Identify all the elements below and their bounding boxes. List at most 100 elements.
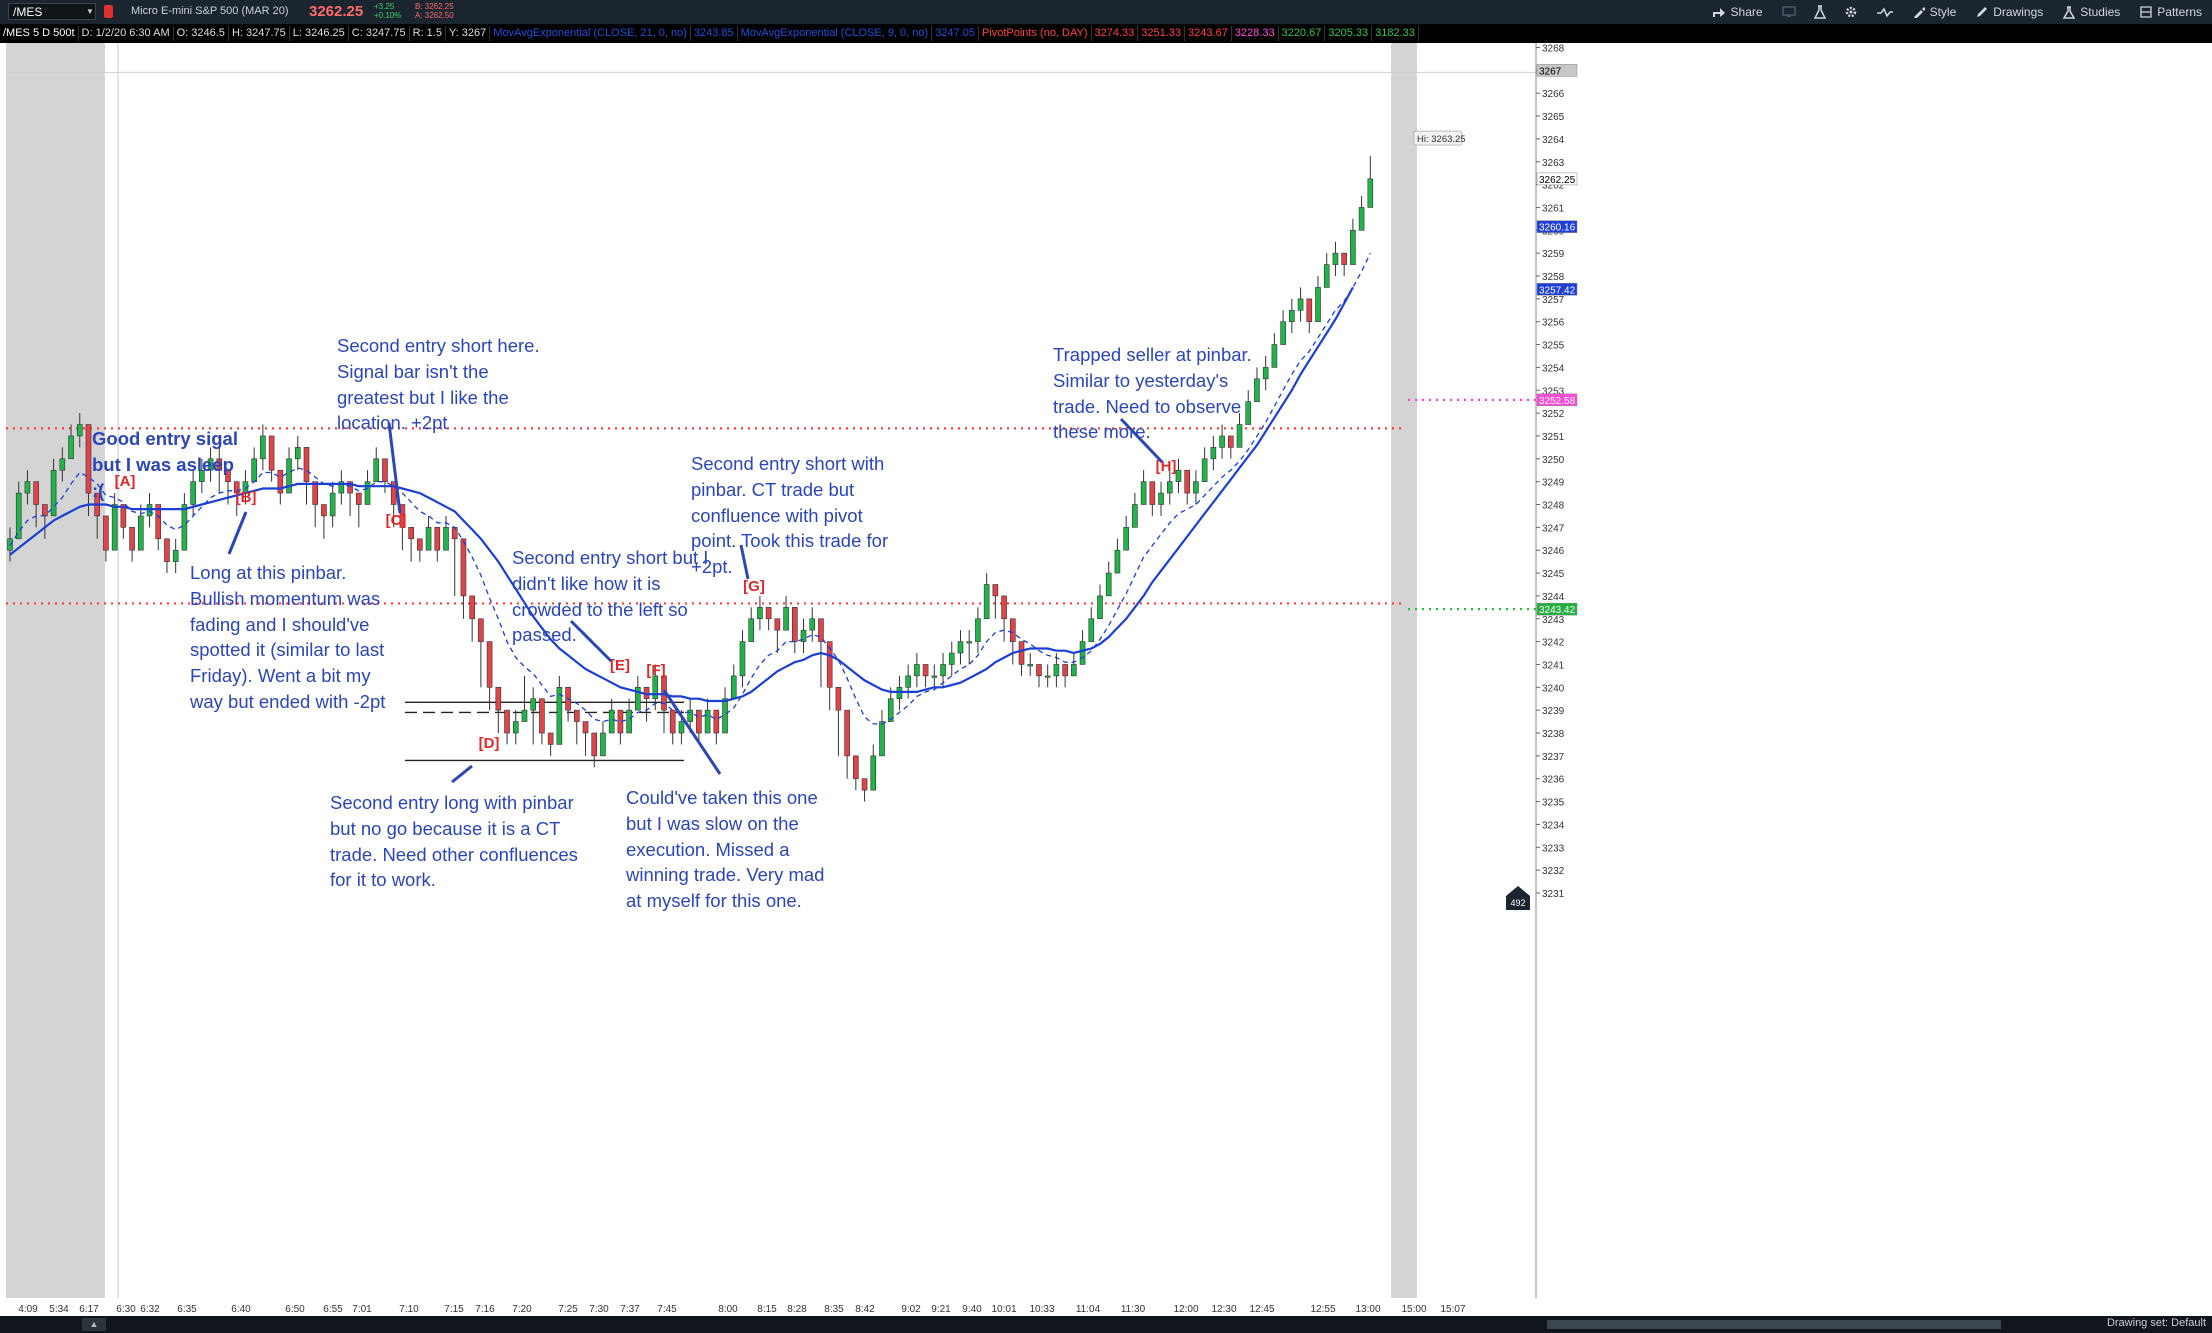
symbol-input[interactable]: /MES <box>8 3 96 20</box>
candle-body <box>1332 252 1339 265</box>
annotation-line: confluence with pivot <box>691 504 863 526</box>
candle-body <box>15 492 22 540</box>
chart-annotation: Second entry short here. Signal bar isn't… <box>337 333 540 436</box>
candle-body <box>85 424 92 494</box>
flask-button[interactable] <box>1805 5 1835 19</box>
candle-body <box>443 527 449 551</box>
study-value: 3274.33 <box>1092 26 1139 41</box>
candle-body <box>1018 641 1025 665</box>
studies-button[interactable]: Studies <box>2053 5 2130 19</box>
y-tick-label: 3263 <box>1542 158 1565 169</box>
annotation-line: Trapped seller at pinbar. <box>1053 344 1252 365</box>
instrument-description: Micro E-mini S&P 500 (MAR 20) <box>131 5 289 17</box>
chart-annotation: Good entry sigal but I was asleep:( <box>92 426 238 503</box>
x-tick-label: 7:20 <box>512 1304 532 1315</box>
x-tick-label: 12:45 <box>1249 1304 1274 1315</box>
candle-body <box>111 504 118 551</box>
drawings-button[interactable]: Drawings <box>1966 5 2053 19</box>
annotation-line: spotted it (similar to last <box>190 639 385 661</box>
candle-body <box>765 607 772 620</box>
candle-body <box>303 447 310 482</box>
x-tick-label: 15:00 <box>1401 1304 1426 1315</box>
candle-body <box>696 709 702 734</box>
price-label: 3243.42 <box>1539 605 1576 616</box>
chart-type-button[interactable] <box>1867 6 1903 18</box>
candle-body <box>329 492 336 517</box>
study-value: 3251.33 <box>1138 26 1186 41</box>
annotation-line: crowded to the left so <box>512 598 688 620</box>
drawing-set-label: Drawing set: Default <box>2106 1317 2206 1329</box>
annotation-line: these more. <box>1053 421 1151 443</box>
candle-body <box>1201 458 1208 482</box>
candle-body <box>556 686 563 745</box>
candle-body <box>486 641 493 688</box>
style-button[interactable]: Style <box>1903 5 1967 19</box>
share-label: Share <box>1730 5 1763 19</box>
study-value: 3247.05 <box>932 26 979 41</box>
annotation-line: Good entry sigal <box>92 428 238 449</box>
candle-body <box>181 504 188 551</box>
candle-body <box>68 435 74 460</box>
candle-body <box>626 709 632 734</box>
share-button[interactable]: Share <box>1702 5 1773 19</box>
candle-body <box>355 492 362 505</box>
price-label: 3260.16 <box>1539 223 1576 234</box>
candle-body <box>739 641 746 677</box>
candle-body <box>940 664 946 677</box>
annotation-pointer <box>227 511 248 555</box>
chart-annotation: Trapped seller at pinbar. Similar to yest… <box>1053 342 1252 445</box>
settings-button[interactable] <box>1835 5 1867 19</box>
candle-body <box>931 675 938 678</box>
candle-body <box>1315 287 1321 323</box>
candle-body <box>164 538 170 562</box>
candle-body <box>434 527 441 551</box>
candle-body <box>1175 469 1182 482</box>
horizontal-scrollbar[interactable] <box>1547 1320 2001 1329</box>
candle-body <box>138 515 144 551</box>
candle-body <box>1350 230 1356 265</box>
candle-body <box>853 755 859 779</box>
price-label: 3267 <box>1539 66 1562 77</box>
candle-body <box>1262 367 1269 380</box>
x-tick-label: 7:01 <box>352 1304 372 1315</box>
candle-body <box>896 686 903 700</box>
hi-label: Hi: 3263.25 <box>1417 134 1466 145</box>
expand-button[interactable]: ▲ <box>82 1318 106 1331</box>
y-tick-label: 3249 <box>1542 478 1565 489</box>
candle-body <box>504 709 510 734</box>
y-tick-label: 3241 <box>1542 660 1565 671</box>
candle-body <box>730 675 737 700</box>
chart-annotation: Long at this pinbar. Bullish momentum was… <box>190 560 385 715</box>
candle-body <box>530 698 537 711</box>
candle-body <box>364 481 371 505</box>
candle-body <box>312 481 319 505</box>
annotation-line: trade. Need to observe <box>1053 395 1242 417</box>
flag-icon[interactable] <box>104 5 113 18</box>
chart-annotation: Second entry long with pinbar but no go b… <box>330 790 578 893</box>
candle-body <box>1210 447 1217 460</box>
annotation-line: :( <box>92 479 105 501</box>
x-tick-label: 12:00 <box>1173 1304 1198 1315</box>
patterns-button[interactable]: Patterns <box>2130 5 2212 19</box>
pencil-icon <box>1977 7 1988 17</box>
candle-body <box>1053 664 1060 677</box>
candle-body <box>818 618 824 642</box>
x-tick-label: 7:25 <box>558 1304 578 1315</box>
candle-body <box>1280 321 1286 345</box>
candle-body <box>774 618 781 631</box>
candle-body <box>783 607 789 631</box>
y-tick-label: 3239 <box>1542 706 1565 717</box>
y-tick-label: 3264 <box>1542 135 1565 146</box>
symbol-dropdown-icon[interactable]: ▼ <box>86 4 96 19</box>
annotation-line: winning trade. Very mad <box>626 864 825 886</box>
candle-body <box>582 721 589 734</box>
study-value: 3243.85 <box>691 26 738 41</box>
monitor-button[interactable] <box>1773 6 1805 18</box>
candle-body <box>608 709 615 734</box>
candle-body <box>1062 664 1068 677</box>
x-tick-label: 6:35 <box>177 1304 197 1315</box>
study-value: C: 3247.75 <box>349 26 410 41</box>
x-tick-label: 7:30 <box>589 1304 609 1315</box>
annotation-line: pinbar. CT trade but <box>691 478 855 500</box>
chart-annotation: Could've taken this one but I was slow on… <box>626 785 824 914</box>
